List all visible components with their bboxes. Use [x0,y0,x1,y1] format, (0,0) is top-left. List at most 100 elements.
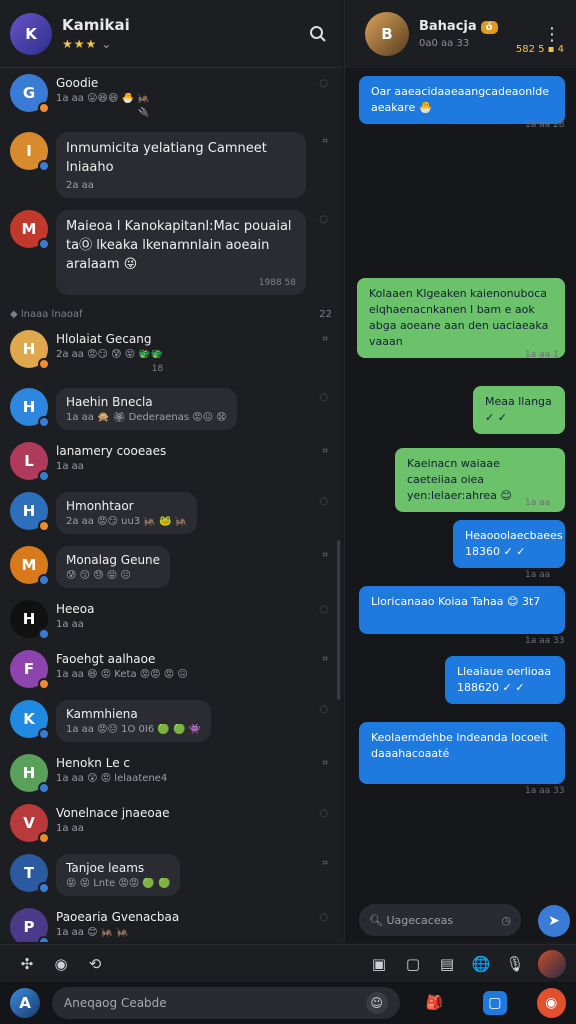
mute-icon[interactable]: ⌗ [322,334,328,345]
presence-dot [38,882,50,894]
mute-icon[interactable]: ◌ [319,214,328,225]
send-button[interactable]: ➤ [538,905,570,937]
chat-preview-bubble: Goodie 1a aa 😛😆😆 🐣 🦗 🔌 [56,74,150,120]
compose-placeholder: Uagecaceas [386,913,454,927]
bag-icon[interactable]: 🎒 [418,987,451,1019]
mute-icon[interactable]: ⌗ [322,550,328,561]
mute-icon[interactable]: ◌ [319,912,328,923]
chat-row[interactable]: P Paoearia Gvenacbaa 1a aa 😊 🦗 🦗 ◌ [0,902,342,942]
chat-avatar-initial: T [23,864,35,882]
message-bubble[interactable]: Meaa llanga ✓ ✓ [473,386,565,434]
chat-row[interactable]: H Hmonhtaor 2a aa 😡😏 uu3 🦗 🐸 🦗 ◌ [0,486,342,540]
share-icon[interactable]: ✣ [10,949,44,979]
message-bubble[interactable]: Lleaiaue oerlioaa 188620 ✓ ✓ [445,656,565,704]
chat-row[interactable]: K Kammhiena 1a aa 😡😐 1O 0I6 🟢 🟢 👾 ◌ [0,694,342,748]
chat-row[interactable]: F Faoehgt aalhaoe 1a aa 😆 😡 Keta 😡😡 😡 😖 ⌗ [0,644,342,694]
chat-preview-bubble: Maieoa l Kanokapitanl:Mac pouaial taⓄ lk… [56,210,306,295]
chat-avatar: M [10,546,50,586]
chat-row[interactable]: Llanamery cooeaes 1a aa ⌗ [0,436,342,486]
message-text: Kolaaen Klgeaken kaienonuboca elqhaenacn… [369,287,549,348]
chat-avatar: H [10,754,50,794]
chat-row[interactable]: H Haehin Bnecla 1a aa 🙊 🏵 Dederaenas 😡😖 😧 ◌ [0,382,342,436]
chat-preview: 1a aa [56,619,84,630]
section-label: ◆ lnaaa lnaoaf [10,309,83,320]
message-input-placeholder: Aneqaog Ceabde [64,996,167,1010]
message-bubble[interactable]: Lloricanaao Koiaa Tahaa 😊 3t7 [359,586,565,634]
timer-icon[interactable]: ◉ [44,949,78,979]
chat-name: Haehin Bnecla [66,395,153,409]
app-title: Kamikai [62,16,130,34]
chat-avatar-initial: H [22,340,36,358]
mute-icon[interactable]: ◌ [319,704,328,715]
message-input[interactable]: Aneqaog Ceabde ☺ [52,987,400,1019]
chat-name: Hmonhtaor [66,499,134,513]
link-icon[interactable]: ⟲ [78,949,112,979]
chat-row[interactable]: T Tanjoe leams 😝 😝 Lnte 😡😡 🟢 🟢 ⌗ [0,848,342,902]
scrollbar[interactable] [337,540,340,700]
globe-icon[interactable]: 🌐 [464,949,498,979]
chat-avatar: G [10,74,50,114]
presence-dot [38,832,50,844]
chat-avatar-initial: I [26,142,32,160]
presence-dot [38,102,50,114]
profile-avatar[interactable]: K [10,12,52,55]
mute-icon[interactable]: ◌ [319,78,328,89]
chat-preview-bubble: Hlolaiat Gecang 2a aa 😡😏 😰 😝 🐲🐲 18 [56,330,163,376]
chat-avatar-initial: G [22,84,36,102]
chat-preview-bubble: Heeoa 1a aa [56,600,94,632]
chat-row[interactable]: V Vonelnace jnaeoae 1a aa ◌ [0,798,342,848]
chat-row[interactable]: H Henokn Le c 1a aa 😲 😡 lelaatene4 ⌗ [0,748,342,798]
chat-preview: 2a aa 😡😏 😰 😝 🐲🐲 [56,349,164,360]
mute-icon[interactable]: ◌ [319,808,328,819]
square-icon[interactable]: ▢ [396,949,430,979]
contact-avatar[interactable]: B [365,12,409,56]
chat-time: 1988 58 [258,278,296,288]
chat-name: Kammhiena [66,707,138,721]
mute-icon[interactable]: ⌗ [322,654,328,665]
chat-avatar-initial: H [22,502,36,520]
chat-row[interactable]: H Hlolaiat Gecang 2a aa 😡😏 😰 😝 🐲🐲 18 ⌗ [0,324,342,382]
clock-icon[interactable]: ◷ [501,914,511,927]
mute-icon[interactable]: ◌ [319,496,328,507]
my-avatar[interactable]: A [10,988,40,1018]
chat-row[interactable]: H Heeoa 1a aa ◌ [0,594,342,644]
chat-row[interactable]: G Goodie 1a aa 😛😆😆 🐣 🦗 🔌 ◌ [0,68,342,126]
message-bubble[interactable]: Kolaaen Klgeaken kaienonuboca elqhaenacn… [357,278,565,358]
chevron-down-icon[interactable]: ⌄ [101,37,112,51]
chat-avatar: T [10,854,50,894]
chat-row[interactable]: I Inmumicita yelatiang Camneet lniaaho 2a … [0,126,342,204]
compose-icon[interactable]: ▢ [483,991,507,1015]
message-bubble[interactable]: Keolaemdehbe lndeanda locoeit daaahacoaa… [359,722,565,784]
emoji-icon[interactable]: ☺ [365,992,388,1014]
chat-row[interactable]: M Maieoa l Kanokapitanl:Mac pouaial taⓄ l… [0,204,342,301]
chat-row[interactable]: M Monalag Geune 😰 😗 😓 😝 😐 ⌗ [0,540,342,594]
message-text: Lleaiaue oerlioaa 188620 ✓ ✓ [457,665,552,694]
mute-icon[interactable]: ⌗ [322,136,328,147]
presence-dot [38,520,50,532]
chat-preview-bubble: Vonelnace jnaeoae 1a aa [56,804,169,836]
presence-dot [38,470,50,482]
message-bubble[interactable]: Oar aaeacidaaeaangcadeaonlde aeakare 🐣 [359,76,565,124]
image-icon[interactable]: ▣ [362,949,396,979]
chat-avatar-initial: L [24,452,34,470]
chat-avatar-initial: H [22,398,36,416]
mute-icon[interactable]: ⌗ [322,446,328,457]
mute-icon[interactable]: ◌ [319,392,328,403]
mute-icon[interactable]: ⌗ [322,758,328,769]
message-bubble[interactable]: Heaooolaecbaees 18360 ✓ ✓ [453,520,565,568]
message-time: 1a aa [525,498,551,508]
search-icon[interactable] [304,20,332,48]
chat-preview-bubble: Paoearia Gvenacbaa 1a aa 😊 🦗 🦗 [56,908,179,940]
gallery-icon[interactable]: ▤ [430,949,464,979]
chat-name: Maieoa l Kanokapitanl:Mac pouaial taⓄ lk… [66,219,292,272]
presence-dot [38,416,50,428]
conversation-compose-input[interactable]: 🔍︎ Uagecaceas ◷ [359,904,521,936]
user-avatar[interactable] [538,949,566,978]
microphone-icon[interactable]: 🎙 [498,949,532,979]
camera-icon[interactable]: ◉ [536,988,566,1018]
attach-icon[interactable]: 🔍︎ [369,914,383,927]
message-text: Oar aaeacidaaeaangcadeaonlde aeakare 🐣 [371,85,549,114]
mute-icon[interactable]: ◌ [319,604,328,615]
mute-icon[interactable]: ⌗ [322,858,328,869]
chat-list-pane: K Kamikai ★★★ ⌄ G Goodie 1a aa 😛😆😆 🐣 🦗 🔌 ◌ I In… [0,0,342,942]
